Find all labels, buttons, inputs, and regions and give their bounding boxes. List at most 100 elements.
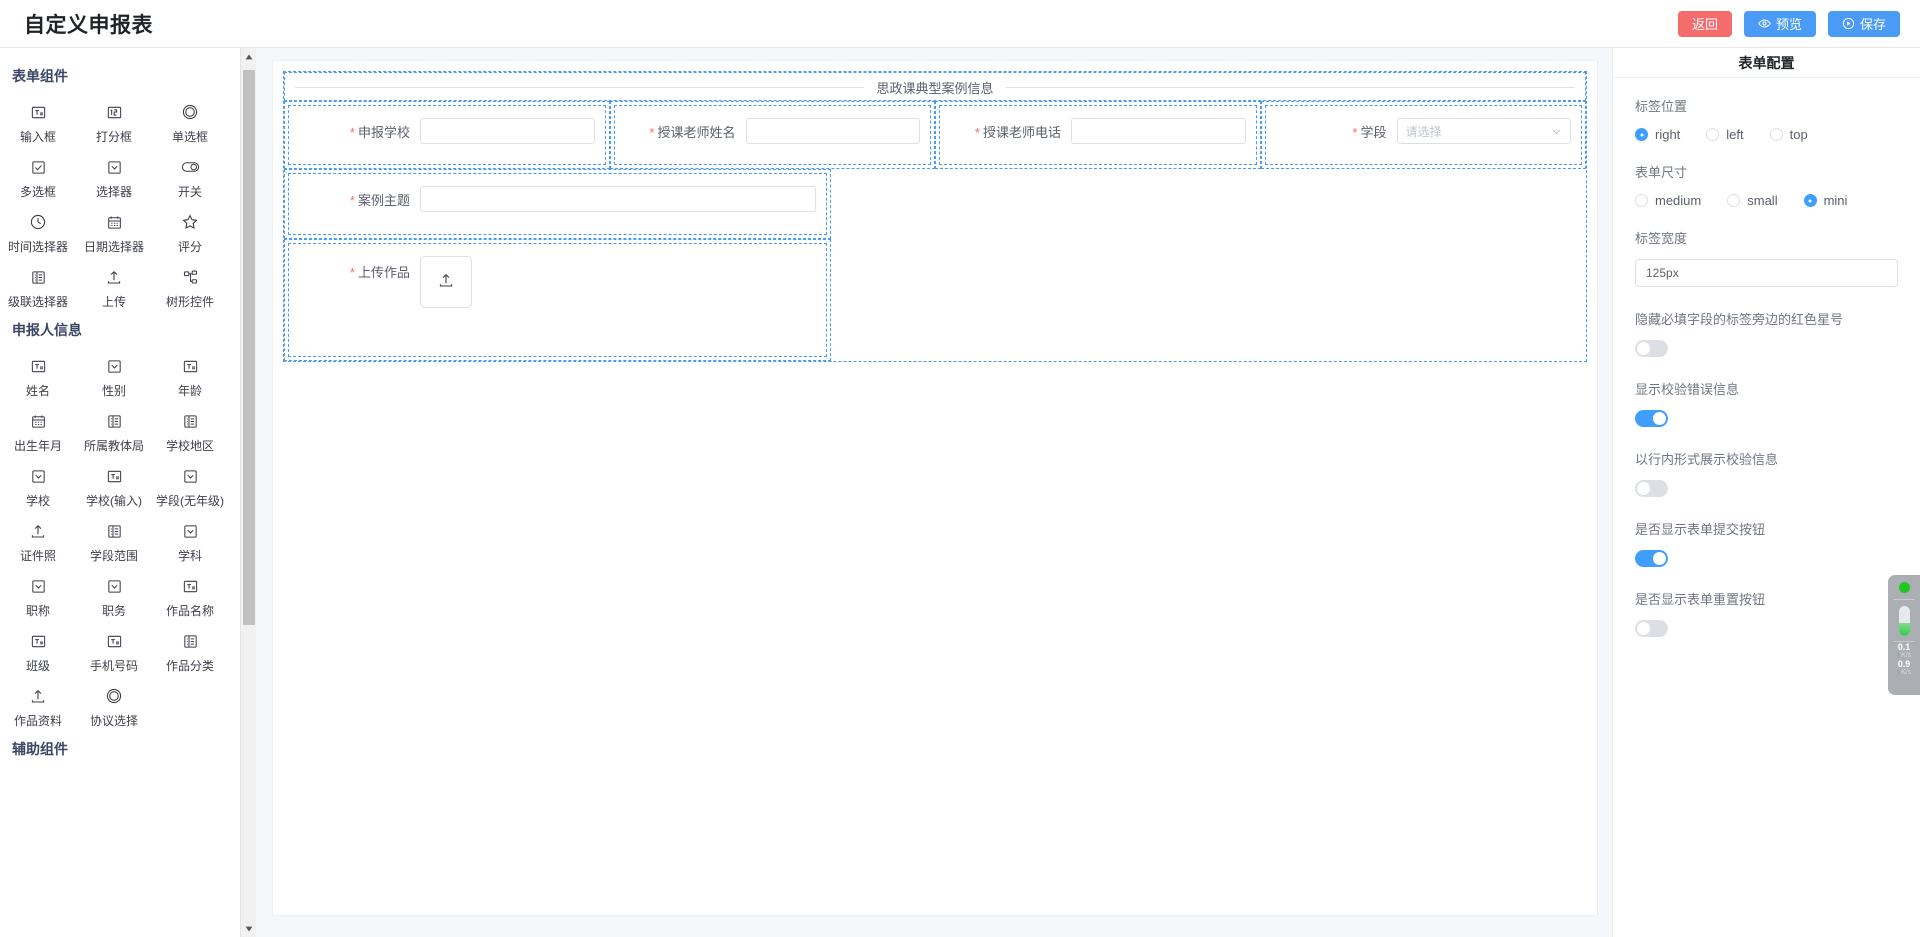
form-field-cell[interactable]: * 上传作品 — [284, 239, 831, 361]
sidebar-component-label: 学段范围 — [89, 549, 138, 563]
widget-divider[interactable]: 思政课典型案例信息 — [284, 72, 1586, 101]
sidebar-component-作品名称[interactable]: 作品名称 — [152, 570, 228, 625]
config-section: 隐藏必填字段的标签旁边的红色星号 — [1635, 309, 1898, 357]
sidebar-component-label: 打分框 — [95, 130, 132, 144]
component-sidebar-scroll-content: 表单组件 输入框 打分框 单选框 多选框 选择器 开关 时间选择器 日期选择器 评分 级联选择器 上传… — [0, 48, 240, 937]
form-drop-region[interactable]: 思政课典型案例信息 * 申报学校 * 授课老师姓名 * 授课老师电话 * 学段 请选择 * 案例主… — [283, 71, 1587, 362]
scroll-down-arrow-icon[interactable] — [241, 920, 256, 937]
sidebar-component-年龄[interactable]: 年龄 — [152, 350, 228, 405]
form-field-cell[interactable]: * 申报学校 — [284, 101, 610, 169]
select-chevron-icon — [106, 158, 123, 176]
sidebar-component-职务[interactable]: 职务 — [76, 570, 152, 625]
sidebar-component-职称[interactable]: 职称 — [0, 570, 76, 625]
sidebar-component-打分框[interactable]: 打分框 — [76, 96, 152, 151]
sidebar-component-学校(输入)[interactable]: 学校(输入) — [76, 460, 152, 515]
select-学段[interactable]: 请选择 — [1396, 118, 1571, 144]
sidebar-component-出生年月[interactable]: 出生年月 — [0, 405, 76, 460]
widget-申报学校[interactable]: * 申报学校 — [288, 105, 606, 165]
radio-indicator-icon — [1635, 194, 1648, 207]
sidebar-scrollbar-thumb[interactable] — [243, 70, 255, 625]
sidebar-component-学校[interactable]: 学校 — [0, 460, 76, 515]
sidebar-component-学科[interactable]: 学科 — [152, 515, 228, 570]
input-案例主题[interactable] — [420, 186, 816, 212]
network-speed-monitor[interactable]: 0.1 ↑ K/s 0.9 ↓ K/s — [1888, 575, 1920, 695]
widget-授课老师电话[interactable]: * 授课老师电话 — [939, 105, 1257, 165]
radio-option-mini[interactable]: mini — [1803, 193, 1847, 208]
sidebar-component-姓名[interactable]: 姓名 — [0, 350, 76, 405]
form-field-row[interactable]: * 申报学校 * 授课老师姓名 * 授课老师电话 * 学段 请选择 — [284, 101, 1586, 169]
sidebar-component-树形控件[interactable]: 树形控件 — [152, 261, 228, 316]
radio-option-right[interactable]: right — [1635, 127, 1680, 142]
sidebar-component-label: 职称 — [25, 604, 50, 618]
config-section-label: 是否显示表单重置按钮 — [1635, 592, 1766, 607]
toggle-switch[interactable] — [1635, 550, 1668, 567]
sidebar-component-学校地区[interactable]: 学校地区 — [152, 405, 228, 460]
scroll-up-arrow-icon[interactable] — [241, 48, 256, 65]
switch-icon — [181, 158, 200, 176]
input-授课老师姓名[interactable] — [745, 118, 920, 144]
sidebar-component-输入框[interactable]: 输入框 — [0, 96, 76, 151]
form-field-cell[interactable]: * 案例主题 — [284, 169, 831, 239]
sidebar-component-label: 时间选择器 — [7, 240, 68, 254]
field-label: * 学段 — [1352, 124, 1387, 140]
sidebar-component-选择器[interactable]: 选择器 — [76, 151, 152, 206]
widget-上传作品[interactable]: * 上传作品 — [288, 243, 827, 357]
field-label: * 上传作品 — [349, 265, 410, 280]
radio-option-top[interactable]: top — [1769, 127, 1808, 142]
radio-option-left[interactable]: left — [1706, 127, 1744, 142]
field-label: * 授课老师电话 — [974, 124, 1061, 140]
form-config-panel: 表单配置 标签位置 right left top 表单尺寸 medium small mini… — [1612, 48, 1920, 937]
sidebar-component-手机号码[interactable]: 手机号码 — [76, 625, 152, 680]
toggle-switch[interactable] — [1635, 340, 1668, 357]
sidebar-component-学段范围[interactable]: 学段范围 — [76, 515, 152, 570]
form-field-cell[interactable]: * 授课老师姓名 — [609, 101, 935, 169]
download-speed-unit: ↓ K/s — [1896, 669, 1912, 676]
radio-option-medium[interactable]: medium — [1635, 193, 1701, 208]
upload-button[interactable] — [420, 256, 472, 308]
save-button[interactable]: 保存 — [1827, 10, 1900, 37]
sidebar-component-班级[interactable]: 班级 — [0, 625, 76, 680]
form-item: * 案例主题 — [295, 186, 820, 212]
form-stacked-fields[interactable]: * 案例主题 * 上传作品 — [284, 169, 831, 361]
sidebar-component-作品资料[interactable]: 作品资料 — [0, 680, 76, 735]
sidebar-component-多选框[interactable]: 多选框 — [0, 151, 76, 206]
sidebar-scrollbar[interactable] — [240, 48, 256, 937]
label-width-input[interactable] — [1635, 259, 1898, 287]
sidebar-component-学段(无年级)[interactable]: 学段(无年级) — [152, 460, 228, 515]
sidebar-component-单选框[interactable]: 单选框 — [152, 96, 228, 151]
input-授课老师电话[interactable] — [1071, 118, 1246, 144]
back-button[interactable]: 返回 — [1677, 10, 1732, 37]
widget-学段[interactable]: * 学段 请选择 — [1264, 105, 1582, 165]
sidebar-component-证件照[interactable]: 证件照 — [0, 515, 76, 570]
preview-button[interactable]: 预览 — [1743, 10, 1816, 37]
sidebar-component-label: 协议选择 — [89, 714, 138, 728]
input-申报学校[interactable] — [420, 118, 595, 144]
sidebar-component-性别[interactable]: 性别 — [76, 350, 152, 405]
text-input-icon — [30, 103, 47, 121]
form-field-cell[interactable]: * 授课老师电话 — [935, 101, 1261, 169]
widget-案例主题[interactable]: * 案例主题 — [288, 173, 827, 235]
radio-option-small[interactable]: small — [1727, 193, 1778, 208]
widget-授课老师姓名[interactable]: * 授课老师姓名 — [613, 105, 931, 165]
sidebar-component-级联选择器[interactable]: 级联选择器 — [0, 261, 76, 316]
sidebar-component-label: 选择器 — [95, 185, 132, 199]
toggle-switch[interactable] — [1635, 480, 1668, 497]
sidebar-component-label: 出生年月 — [13, 439, 62, 453]
form-canvas-sheet[interactable]: 思政课典型案例信息 * 申报学校 * 授课老师姓名 * 授课老师电话 * 学段 请选择 * 案例主… — [272, 60, 1598, 916]
radio-circle-icon — [105, 687, 123, 705]
sidebar-component-日期选择器[interactable]: 日期选择器 — [76, 206, 152, 261]
form-canvas-area[interactable]: 思政课典型案例信息 * 申报学校 * 授课老师姓名 * 授课老师电话 * 学段 请选择 * 案例主… — [256, 48, 1612, 937]
toggle-switch[interactable] — [1635, 620, 1668, 637]
sidebar-component-上传[interactable]: 上传 — [76, 261, 152, 316]
sidebar-component-协议选择[interactable]: 协议选择 — [76, 680, 152, 735]
sidebar-component-label: 证件照 — [19, 549, 56, 563]
toggle-switch[interactable] — [1635, 410, 1668, 427]
sidebar-component-作品分类[interactable]: 作品分类 — [152, 625, 228, 680]
sidebar-component-开关[interactable]: 开关 — [152, 151, 228, 206]
form-field-cell[interactable]: * 学段 请选择 — [1260, 101, 1586, 169]
sidebar-component-所属教体局[interactable]: 所属教体局 — [76, 405, 152, 460]
sidebar-component-评分[interactable]: 评分 — [152, 206, 228, 261]
sidebar-component-时间选择器[interactable]: 时间选择器 — [0, 206, 76, 261]
select-chevron-icon — [182, 467, 199, 485]
text-input-icon — [106, 632, 123, 650]
